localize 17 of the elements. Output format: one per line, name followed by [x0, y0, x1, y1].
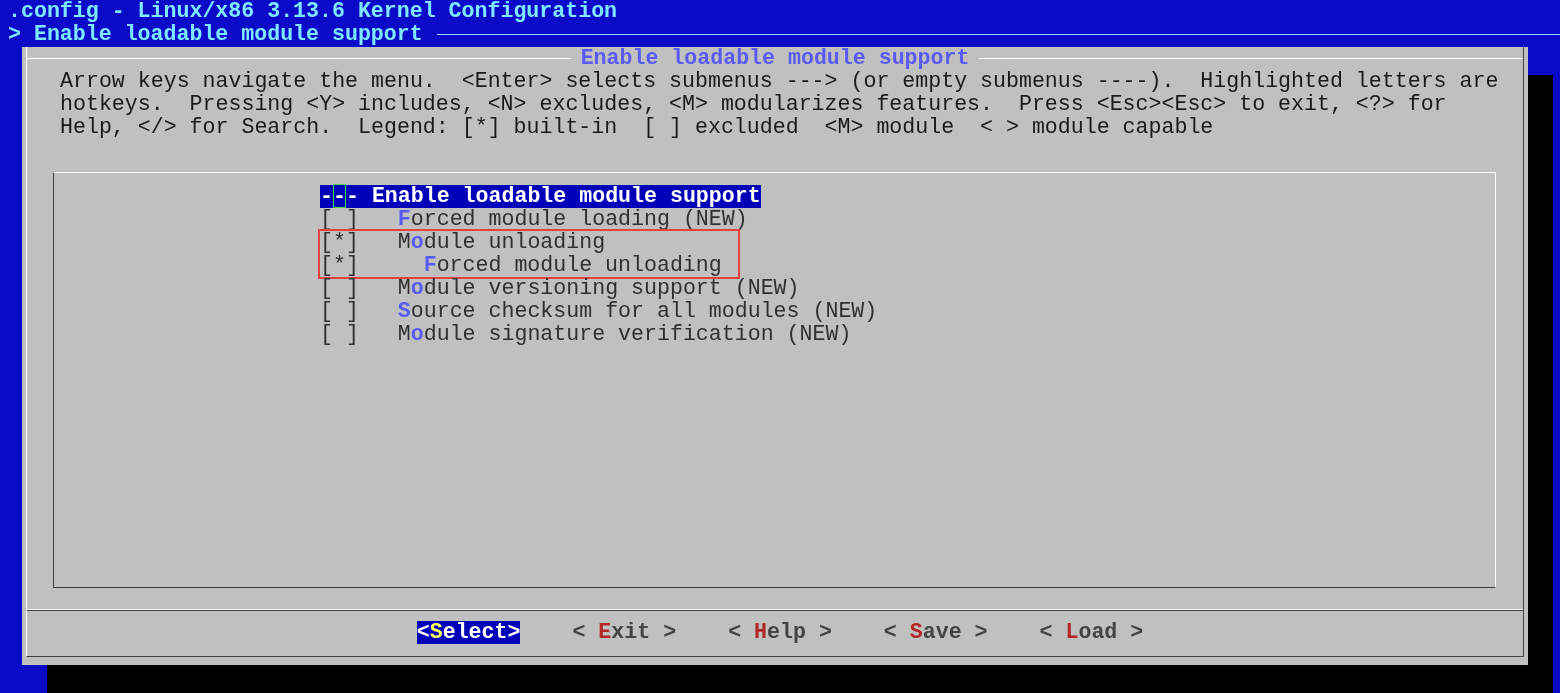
menu-item[interactable]: --- Enable loadable module support — [320, 185, 761, 208]
menu-item[interactable]: [*] Forced module unloading — [320, 254, 722, 277]
help-text: Arrow keys navigate the menu. <Enter> selects submenus ---> (or empty submenus ----). Highlighted letters are — [59, 70, 1500, 93]
menu-item[interactable]: [ ] Module signature verification (NEW) — [320, 323, 852, 346]
menu-item[interactable]: [ ] Source checksum for all modules (NEW) — [320, 300, 878, 323]
menu-button[interactable]: < Exit > — [572, 621, 677, 644]
menu-button[interactable]: < Help > — [728, 621, 832, 644]
breadcrumb: > Enable loadable module support — [8, 23, 423, 46]
help-text: Help, </> for Search. Legend: [*] built-in [ ] excluded <M> module < > module capable — [59, 116, 1215, 139]
menu-button[interactable]: < Save > — [883, 621, 988, 644]
menu-button[interactable]: < Load > — [1039, 621, 1144, 644]
help-text: hotkeys. Pressing <Y> includes, <N> excludes, <M> modularizes features. Press <Esc><Esc> to exit, <?> for — [59, 93, 1448, 116]
menu-item[interactable]: [*] Module unloading — [320, 231, 722, 254]
dialog-title: Enable loadable module support — [579, 47, 971, 70]
window-title: .config - Linux/x86 3.13.6 Kernel Configuration — [7, 0, 619, 23]
menu-button[interactable]: <Select> — [416, 621, 521, 644]
menu-item[interactable]: [ ] Module versioning support (NEW) — [320, 277, 800, 300]
